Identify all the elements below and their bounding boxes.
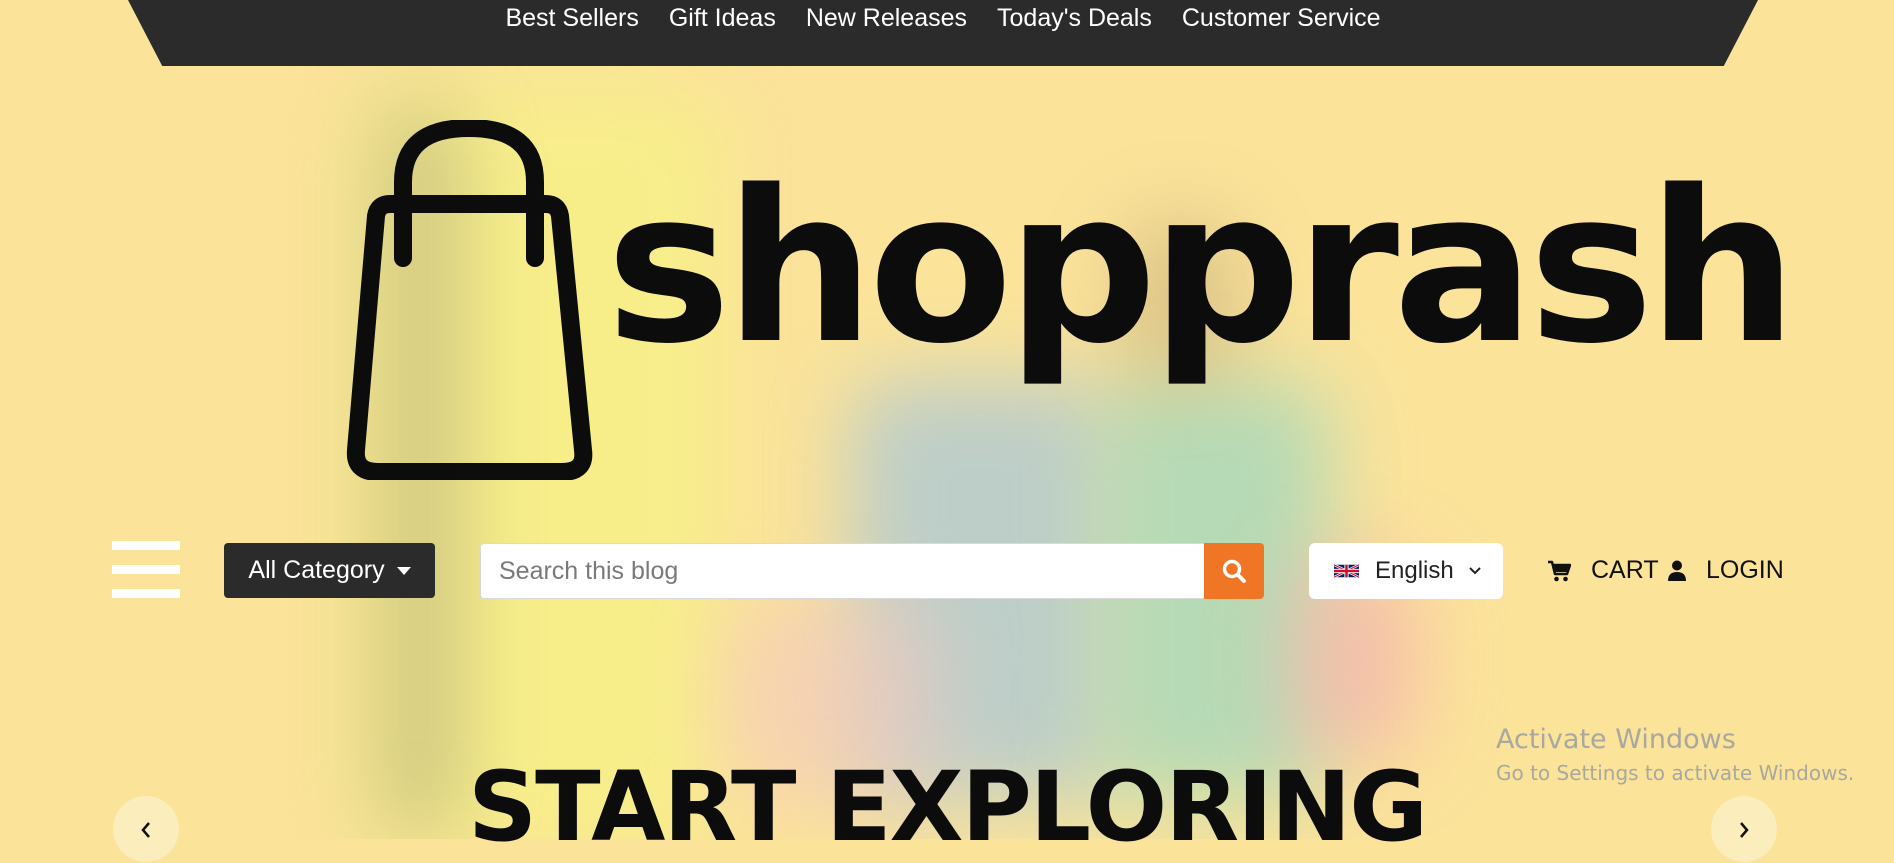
cart-icon <box>1548 560 1571 581</box>
chevron-left-icon <box>141 822 150 838</box>
category-label: All Category <box>248 556 385 584</box>
search-input[interactable] <box>480 543 1204 599</box>
search-button[interactable] <box>1204 543 1264 599</box>
category-dropdown[interactable]: All Category <box>224 543 435 598</box>
logo-text: shopprash <box>606 145 1797 390</box>
caret-down-icon <box>396 566 411 575</box>
carousel-next-button[interactable] <box>1711 796 1777 862</box>
nav-todays-deals[interactable]: Today's Deals <box>997 4 1152 32</box>
chevron-right-icon <box>1740 822 1749 838</box>
nav-gift-ideas[interactable]: Gift Ideas <box>669 4 776 32</box>
cart-link[interactable]: CART <box>1547 556 1659 585</box>
chevron-down-icon <box>1469 567 1481 575</box>
language-label: English <box>1375 557 1454 584</box>
top-nav: Best Sellers Gift Ideas New Releases Tod… <box>128 0 1758 66</box>
nav-best-sellers[interactable]: Best Sellers <box>505 4 638 32</box>
search-icon <box>1222 559 1246 583</box>
cart-label: CART <box>1591 556 1659 584</box>
carousel-prev-button[interactable] <box>113 796 179 862</box>
login-link[interactable]: LOGIN <box>1668 556 1784 585</box>
uk-flag-icon <box>1334 564 1359 578</box>
user-icon <box>1668 560 1686 581</box>
login-label: LOGIN <box>1706 556 1784 584</box>
nav-new-releases[interactable]: New Releases <box>806 4 967 32</box>
hero-title: START EXPLORING <box>467 751 1428 863</box>
nav-customer-service[interactable]: Customer Service <box>1182 4 1381 32</box>
language-selector[interactable]: English <box>1309 543 1503 599</box>
menu-icon[interactable] <box>112 541 180 599</box>
